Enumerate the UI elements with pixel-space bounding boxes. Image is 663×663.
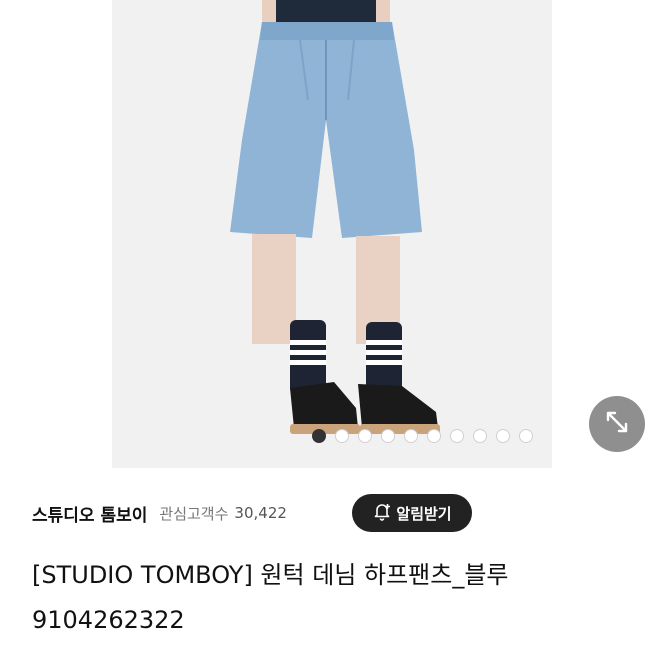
favorites-label: 관심고객수	[159, 504, 229, 523]
carousel-dot[interactable]	[473, 429, 487, 443]
carousel-dot[interactable]	[358, 429, 372, 443]
expand-button[interactable]	[589, 396, 645, 452]
carousel-dot[interactable]	[404, 429, 418, 443]
carousel-dot[interactable]	[427, 429, 441, 443]
product-title: [STUDIO TOMBOY] 원턱 데님 하프팬츠_블루 9104262322	[32, 561, 509, 634]
shop-info-row: 스튜디오 톰보이 관심고객수 30,422	[32, 492, 645, 534]
product-image	[230, 0, 440, 434]
favorites-count: 30,422	[234, 504, 287, 522]
carousel-dot[interactable]	[335, 429, 349, 443]
carousel-dot[interactable]	[312, 429, 326, 443]
carousel-dot[interactable]	[496, 429, 510, 443]
carousel-dot[interactable]	[450, 429, 464, 443]
carousel-dot[interactable]	[381, 429, 395, 443]
carousel-indicator	[312, 428, 533, 444]
expand-arrows-icon	[604, 409, 630, 439]
alert-subscribe-button[interactable]: 알림받기	[352, 494, 472, 532]
shop-name-link[interactable]: 스튜디오 톰보이	[32, 501, 147, 526]
bell-plus-icon	[372, 501, 392, 525]
carousel-dot[interactable]	[519, 429, 533, 443]
alert-subscribe-label: 알림받기	[396, 504, 452, 523]
product-photo[interactable]	[112, 0, 552, 468]
